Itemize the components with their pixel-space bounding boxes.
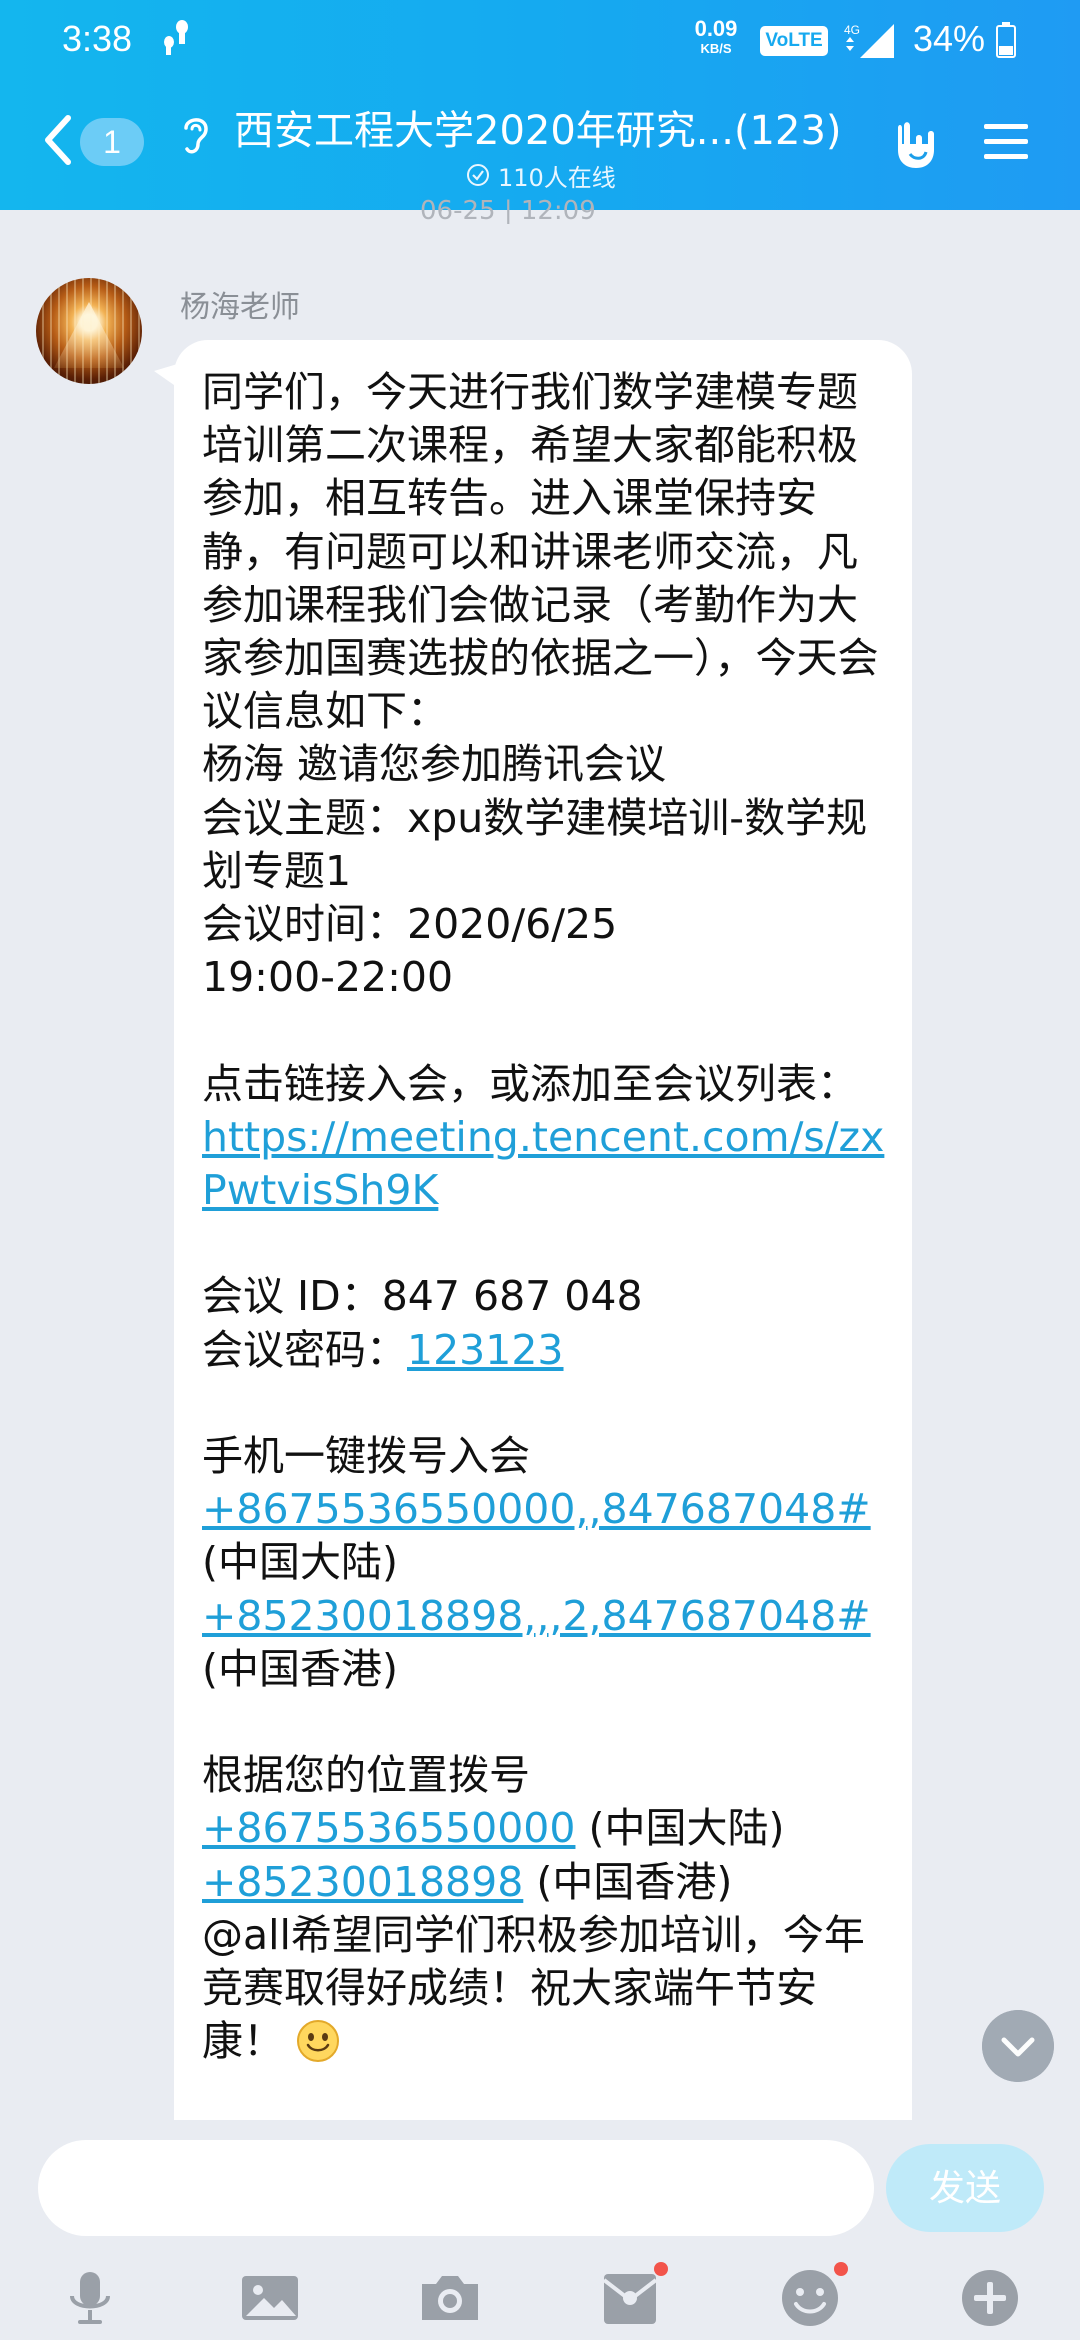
battery-icon xyxy=(996,22,1016,58)
chat-toolbar xyxy=(0,2262,1080,2340)
message-text: 同学们，今天进行我们数学建模专题培训第二次课程，希望大家都能积极参加，相互转告。… xyxy=(202,368,885,2066)
online-count: 110人在线 xyxy=(498,163,616,192)
image-icon[interactable] xyxy=(238,2266,302,2330)
battery-percent: 34% xyxy=(913,18,986,59)
message-timestamp: 06-25 | 12:09 xyxy=(420,196,596,224)
dial-mainland-link[interactable]: +8675536550000 xyxy=(202,1804,575,1852)
unread-count-badge[interactable]: 1 xyxy=(80,118,144,166)
sender-avatar[interactable] xyxy=(36,278,142,384)
net-speed: 0.09 KB/S xyxy=(694,16,738,56)
microphone-icon[interactable] xyxy=(58,2266,122,2330)
notification-icon xyxy=(164,20,188,55)
notification-dot xyxy=(654,2262,668,2276)
status-time: 3:38 xyxy=(62,18,133,59)
plus-icon[interactable] xyxy=(958,2266,1022,2330)
sender-name[interactable]: 杨海老师 xyxy=(180,282,300,326)
message-input[interactable] xyxy=(38,2140,874,2236)
chat-header: 3:38 0.09 KB/S VoLTE 4G 34% 1 西安工程大学2020… xyxy=(0,0,1080,210)
status-bar: 3:38 0.09 KB/S VoLTE 4G 34% xyxy=(0,0,1080,78)
smiley-emoji-icon xyxy=(297,2020,339,2063)
back-button[interactable] xyxy=(40,112,76,168)
camera-icon[interactable] xyxy=(418,2266,482,2330)
svg-text:4G: 4G xyxy=(844,23,860,37)
online-status[interactable]: 110人在线 xyxy=(466,158,616,192)
emoji-icon[interactable] xyxy=(778,2262,848,2330)
input-area: 发送 xyxy=(0,2120,1080,2340)
menu-icon[interactable] xyxy=(982,118,1030,166)
dial-hk-link[interactable]: +85230018898 xyxy=(202,1858,523,1906)
online-check-icon xyxy=(467,164,489,186)
meeting-link[interactable]: https://meeting.tencent.com/s/zxPwtvisSh… xyxy=(202,1113,884,1214)
one-tap-mainland-link[interactable]: +8675536550000,,847687048# xyxy=(202,1485,871,1533)
ear-icon xyxy=(184,118,208,154)
scroll-to-bottom-button[interactable] xyxy=(982,2010,1054,2082)
red-packet-icon[interactable] xyxy=(598,2262,668,2330)
signal-icon: 4G xyxy=(844,23,894,58)
meeting-password-link[interactable]: 123123 xyxy=(407,1326,564,1374)
hand-gesture-icon[interactable] xyxy=(886,114,940,172)
one-tap-hk-link[interactable]: +85230018898,,,2,847687048# xyxy=(202,1592,871,1640)
send-button[interactable]: 发送 xyxy=(886,2144,1044,2232)
group-title[interactable]: 西安工程大学2020年研究...(123) xyxy=(234,98,874,156)
message-bubble[interactable]: 同学们，今天进行我们数学建模专题培训第二次课程，希望大家都能积极参加，相互转告。… xyxy=(174,340,912,2120)
notification-dot xyxy=(834,2262,848,2276)
volte-badge: VoLTE xyxy=(760,26,828,56)
